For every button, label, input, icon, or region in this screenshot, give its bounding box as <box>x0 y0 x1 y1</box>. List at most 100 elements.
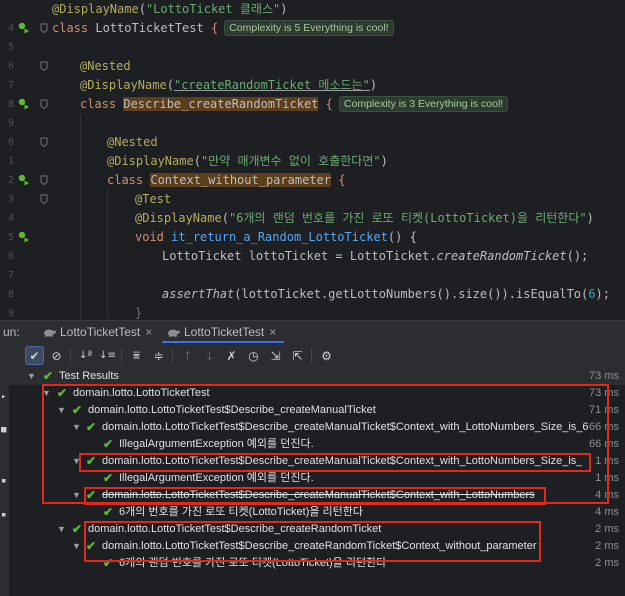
duration: 2 ms <box>595 557 619 569</box>
tree-row[interactable]: ▼ ✔ domain.lotto.LottoTicketTest$Describ… <box>9 487 625 504</box>
code-line[interactable]: 0 } <box>0 304 625 319</box>
close-icon[interactable]: × <box>145 325 152 339</box>
class-name: LottoTicketTest <box>95 21 204 35</box>
fold-icon[interactable] <box>40 23 48 33</box>
restore-layout-icon[interactable]: ▪ <box>1 476 6 486</box>
code-line[interactable]: 7 @Nested <box>0 57 625 91</box>
code-line[interactable]: 9 assertThat(lottoTicket.getLottoNumbers… <box>0 285 625 319</box>
toolbar-divider <box>172 349 173 362</box>
fold-icon[interactable] <box>40 137 48 147</box>
collapse-all-icon[interactable]: ≑ <box>149 346 168 365</box>
statement: (lottoTicket.getLottoNumbers().size()).i… <box>234 287 589 301</box>
sort-duration-icon[interactable]: ↓≡ <box>98 346 117 365</box>
rerun-failed-icon[interactable]: ✗ <box>222 346 241 365</box>
show-ignored-stop-icon[interactable]: ⊘ <box>47 346 66 365</box>
toolbar-divider <box>70 349 71 362</box>
close-icon[interactable]: × <box>269 325 276 339</box>
tab-run-config[interactable]: LottoTicketTest × <box>38 321 160 343</box>
tree-row[interactable]: ▼ ✔ domain.lotto.LottoTicketTest$Describ… <box>9 538 625 555</box>
tree-row[interactable]: ▼ ✔ domain.lotto.LottoTicketTest$Describ… <box>9 402 625 419</box>
tree-row-label: domain.lotto.LottoTicketTest <box>73 387 210 399</box>
code-line[interactable]: 5 @DisplayName("6개의 랜덤 번호를 가진 로또 티켓(Lott… <box>0 209 625 243</box>
fold-icon[interactable] <box>40 99 48 109</box>
tree-row[interactable]: ✔ 6개의 랜덤 번호를 가진 로또 티켓(LottoTicket)을 리턴한다… <box>9 555 625 572</box>
duration: 2 ms <box>595 540 619 552</box>
tree-row[interactable]: ▼ ✔ domain.lotto.LottoTicketTest$Describ… <box>9 521 625 538</box>
code-line[interactable]: 2 @DisplayName("만약 매개변수 없이 호출한다면") <box>0 152 625 186</box>
code-line[interactable]: 4 @Test <box>0 190 625 224</box>
brace: () { <box>387 230 417 244</box>
chevron-down-icon[interactable]: ▼ <box>57 521 66 538</box>
tree-row-label: IllegalArgumentException 예외를 던진다. <box>119 438 314 450</box>
turtle-icon <box>168 329 180 337</box>
chevron-down-icon[interactable]: ▼ <box>72 419 81 436</box>
chevron-down-icon[interactable]: ▼ <box>72 538 81 555</box>
chevron-down-icon[interactable]: ▼ <box>27 368 36 385</box>
run-tab-bar: un: LottoTicketTest × LottoTicketTest × <box>0 320 625 343</box>
rerun-icon[interactable]: ▸ <box>1 392 6 402</box>
history-icon[interactable]: ◷ <box>244 346 263 365</box>
test-results-tree[interactable]: ▼ ✔ Test Results 73 ms ▼ ✔ domain.lotto.… <box>9 368 625 596</box>
code-line[interactable]: 6 <box>0 38 625 72</box>
settings-icon[interactable]: ⚙ <box>317 346 336 365</box>
next-failed-icon[interactable]: ↓ <box>200 346 219 365</box>
check-icon: ✔ <box>86 420 97 434</box>
paren: ( <box>166 78 174 92</box>
code-line[interactable]: 3 class Context_without_parameter { <box>0 171 625 205</box>
tree-row[interactable]: ✔ IllegalArgumentException 예외를 던진다. 1 ms <box>9 470 625 487</box>
check-icon: ✔ <box>57 386 68 400</box>
code-line[interactable]: 8 <box>0 266 625 300</box>
tree-row[interactable]: ▼ ✔ domain.lotto.LottoTicketTest$Describ… <box>9 419 625 436</box>
complexity-hint[interactable]: Complexity is 5 Everything is cool! <box>224 20 394 36</box>
tree-row[interactable]: ✔ 6개의 번호를 가진 로또 티켓(LottoTicket)을 리턴한다 4 … <box>9 504 625 521</box>
code-line[interactable]: 7 LottoTicket lottoTicket = LottoTicket.… <box>0 247 625 281</box>
run-test-gutter-icon[interactable] <box>18 174 30 186</box>
run-test-gutter-icon[interactable] <box>18 231 30 243</box>
tree-row[interactable]: ✔ IllegalArgumentException 예외를 던진다. 66 m… <box>9 436 625 453</box>
code-line[interactable]: 8 @DisplayName("createRandomTicket 메소드는"… <box>0 76 625 110</box>
string-literal: "createRandomTicket 메소드는" <box>173 78 370 92</box>
show-passed-check-icon[interactable]: ✔ <box>25 346 44 365</box>
complexity-hint[interactable]: Complexity is 3 Everything is cool! <box>338 96 509 112</box>
code-line[interactable]: 9 class Describe_createRandomTicket {Com… <box>0 95 625 129</box>
tree-row-test-results[interactable]: ▼ ✔ Test Results 73 ms <box>9 368 625 385</box>
run-label: un: <box>3 325 20 339</box>
chevron-down-icon[interactable]: ▼ <box>42 385 51 402</box>
tree-row-label: IllegalArgumentException 예외를 던진다. <box>119 472 314 484</box>
check-icon: ✔ <box>86 454 97 468</box>
prev-failed-icon[interactable]: ↑ <box>178 346 197 365</box>
fold-icon[interactable] <box>40 61 48 71</box>
code-line[interactable]: 5 class LottoTicketTest {Complexity is 5… <box>0 19 625 53</box>
sort-alpha-icon[interactable]: ↓ª <box>76 346 95 365</box>
fold-icon[interactable] <box>40 194 48 204</box>
expand-all-icon[interactable]: ⩸ <box>127 346 146 365</box>
turtle-icon <box>44 329 56 337</box>
code-line[interactable]: 4 @DisplayName("LottoTicket 클래스") <box>0 0 625 34</box>
keyword: void <box>135 230 164 244</box>
run-test-gutter-icon[interactable] <box>18 98 30 110</box>
keyword: class <box>107 173 144 187</box>
tab-run-config-active[interactable]: LottoTicketTest × <box>162 321 285 343</box>
annotation: @DisplayName <box>135 211 222 225</box>
run-test-gutter-icon[interactable] <box>18 22 30 34</box>
chevron-down-icon[interactable]: ▼ <box>57 402 66 419</box>
export-tests-icon[interactable]: ⇱ <box>288 346 307 365</box>
chevron-down-icon[interactable]: ▼ <box>72 453 81 470</box>
fold-icon[interactable] <box>40 175 48 185</box>
tree-row-label: domain.lotto.LottoTicketTest$Describe_cr… <box>102 489 535 501</box>
duration: 4 ms <box>595 489 619 501</box>
pin-tab-icon[interactable]: ▪ <box>1 510 6 520</box>
paren: ) <box>280 2 288 16</box>
chevron-down-icon[interactable]: ▼ <box>72 487 81 504</box>
duration: 73 ms <box>589 370 619 382</box>
code-editor[interactable]: 4 @DisplayName("LottoTicket 클래스") 5 clas… <box>0 0 625 319</box>
code-line[interactable]: 6 void it_return_a_Random_LottoTicket() … <box>0 228 625 262</box>
stop-icon[interactable]: ■ <box>1 425 6 435</box>
string-literal: "6개의 랜덤 번호를 가진 로또 티켓(LottoTicket)을 리턴한다" <box>228 211 587 225</box>
tree-row[interactable]: ▼ ✔ domain.lotto.LottoTicketTest 73 ms <box>9 385 625 402</box>
code-line[interactable]: 1 @Nested <box>0 133 625 167</box>
import-tests-icon[interactable]: ⇲ <box>266 346 285 365</box>
code-line[interactable]: 0 <box>0 114 625 148</box>
tree-row[interactable]: ▼ ✔ domain.lotto.LottoTicketTest$Describ… <box>9 453 625 470</box>
class-name: Describe_createRandomTicket <box>123 97 319 111</box>
